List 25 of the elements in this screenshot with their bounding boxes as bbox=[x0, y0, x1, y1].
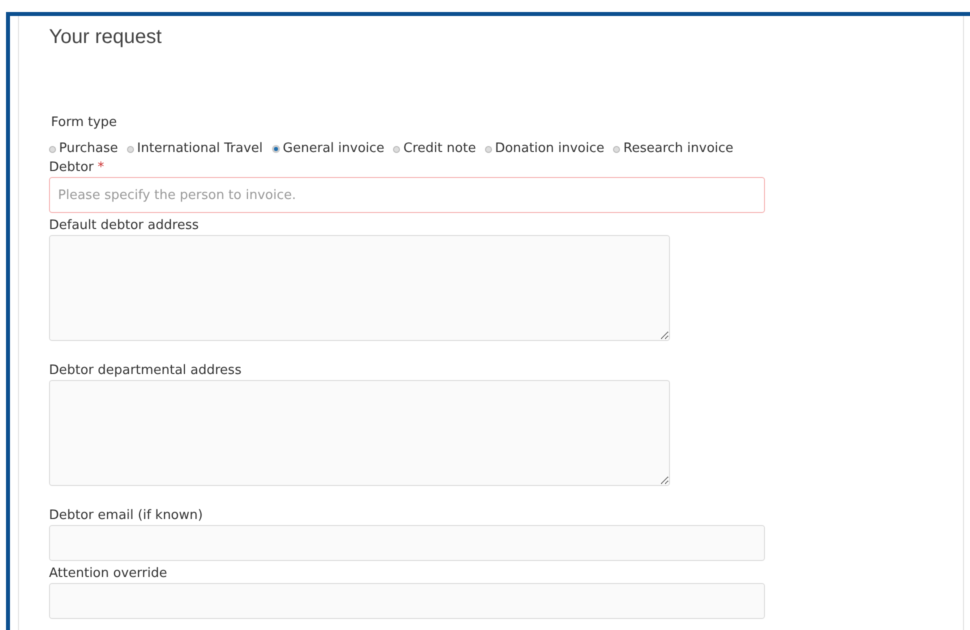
radio-icon[interactable] bbox=[49, 146, 56, 152]
section-title: Your request bbox=[49, 25, 163, 50]
text-area[interactable] bbox=[49, 235, 670, 341]
field-label: Attention override bbox=[49, 565, 168, 583]
radio-option[interactable]: Donation invoice bbox=[484, 139, 604, 159]
radio-icon[interactable] bbox=[393, 146, 400, 152]
radio-option[interactable]: Research invoice bbox=[613, 139, 734, 159]
radio-option[interactable]: International Travel bbox=[127, 139, 263, 159]
field-label: Debtor bbox=[49, 159, 94, 177]
field-label: Debtor departmental address bbox=[49, 362, 242, 380]
input-field[interactable] bbox=[49, 525, 765, 561]
radio-icon[interactable] bbox=[127, 146, 134, 152]
radio-option[interactable]: Credit note bbox=[393, 139, 476, 159]
required-mark: * bbox=[98, 159, 104, 177]
field-label: Debtor email (if known) bbox=[49, 507, 203, 525]
radio-icon[interactable] bbox=[272, 145, 280, 153]
radio-option[interactable]: General invoice bbox=[272, 139, 384, 159]
form-type-label: Form type bbox=[51, 114, 118, 132]
radio-icon[interactable] bbox=[484, 146, 492, 152]
text-area[interactable] bbox=[49, 380, 670, 486]
input-field[interactable]: Please specify the person to invoice. bbox=[49, 177, 765, 213]
input-field[interactable] bbox=[49, 583, 765, 619]
radio-icon[interactable] bbox=[613, 146, 620, 152]
radio-option[interactable]: Purchase bbox=[49, 139, 118, 159]
field-label: Default debtor address bbox=[49, 217, 199, 235]
